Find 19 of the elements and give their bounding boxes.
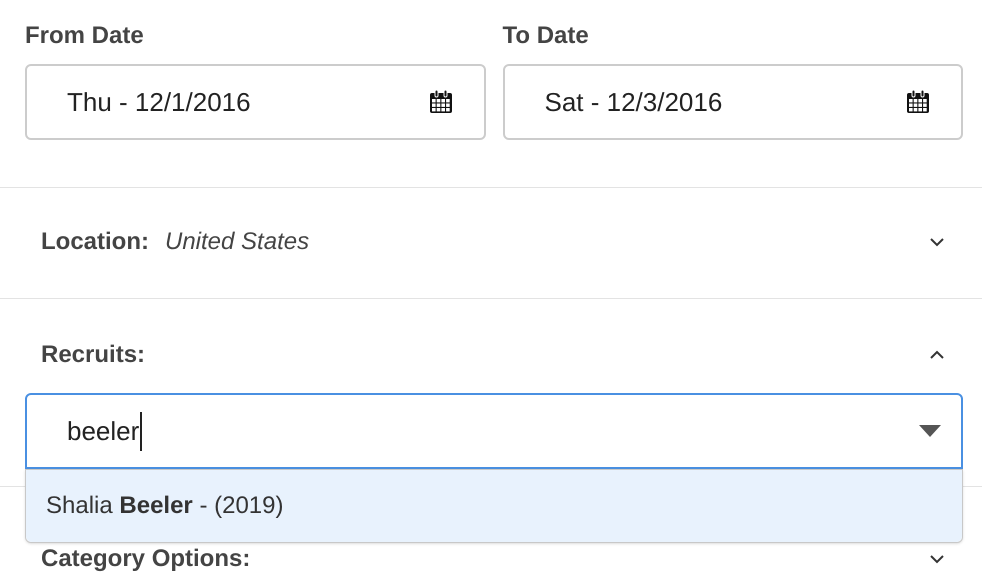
chevron-up-icon[interactable] [929, 350, 945, 360]
dropdown-caret-icon[interactable] [919, 425, 941, 437]
section-label: Location: [41, 227, 149, 257]
suggestion-item[interactable]: Shalia Beeler - (2019) [26, 470, 962, 542]
chevron-down-icon[interactable] [929, 554, 945, 564]
calendar-icon [905, 89, 931, 115]
section-value: United States [165, 227, 310, 257]
section-label: Recruits: [41, 340, 146, 370]
search-field[interactable]: beeler [25, 393, 963, 469]
date-field[interactable]: Sat - 12/3/2016 [502, 64, 963, 140]
field-label: To Date [502, 24, 590, 48]
section-label: Category Options: [41, 544, 250, 574]
chevron-down-icon[interactable] [929, 237, 945, 247]
field-label: From Date [25, 24, 145, 48]
search-query: beeler [67, 412, 142, 450]
calendar-icon [428, 89, 454, 115]
date-value: Thu - 12/1/2016 [67, 86, 251, 118]
date-field[interactable]: Thu - 12/1/2016 [25, 64, 486, 140]
date-value: Sat - 12/3/2016 [544, 86, 722, 118]
